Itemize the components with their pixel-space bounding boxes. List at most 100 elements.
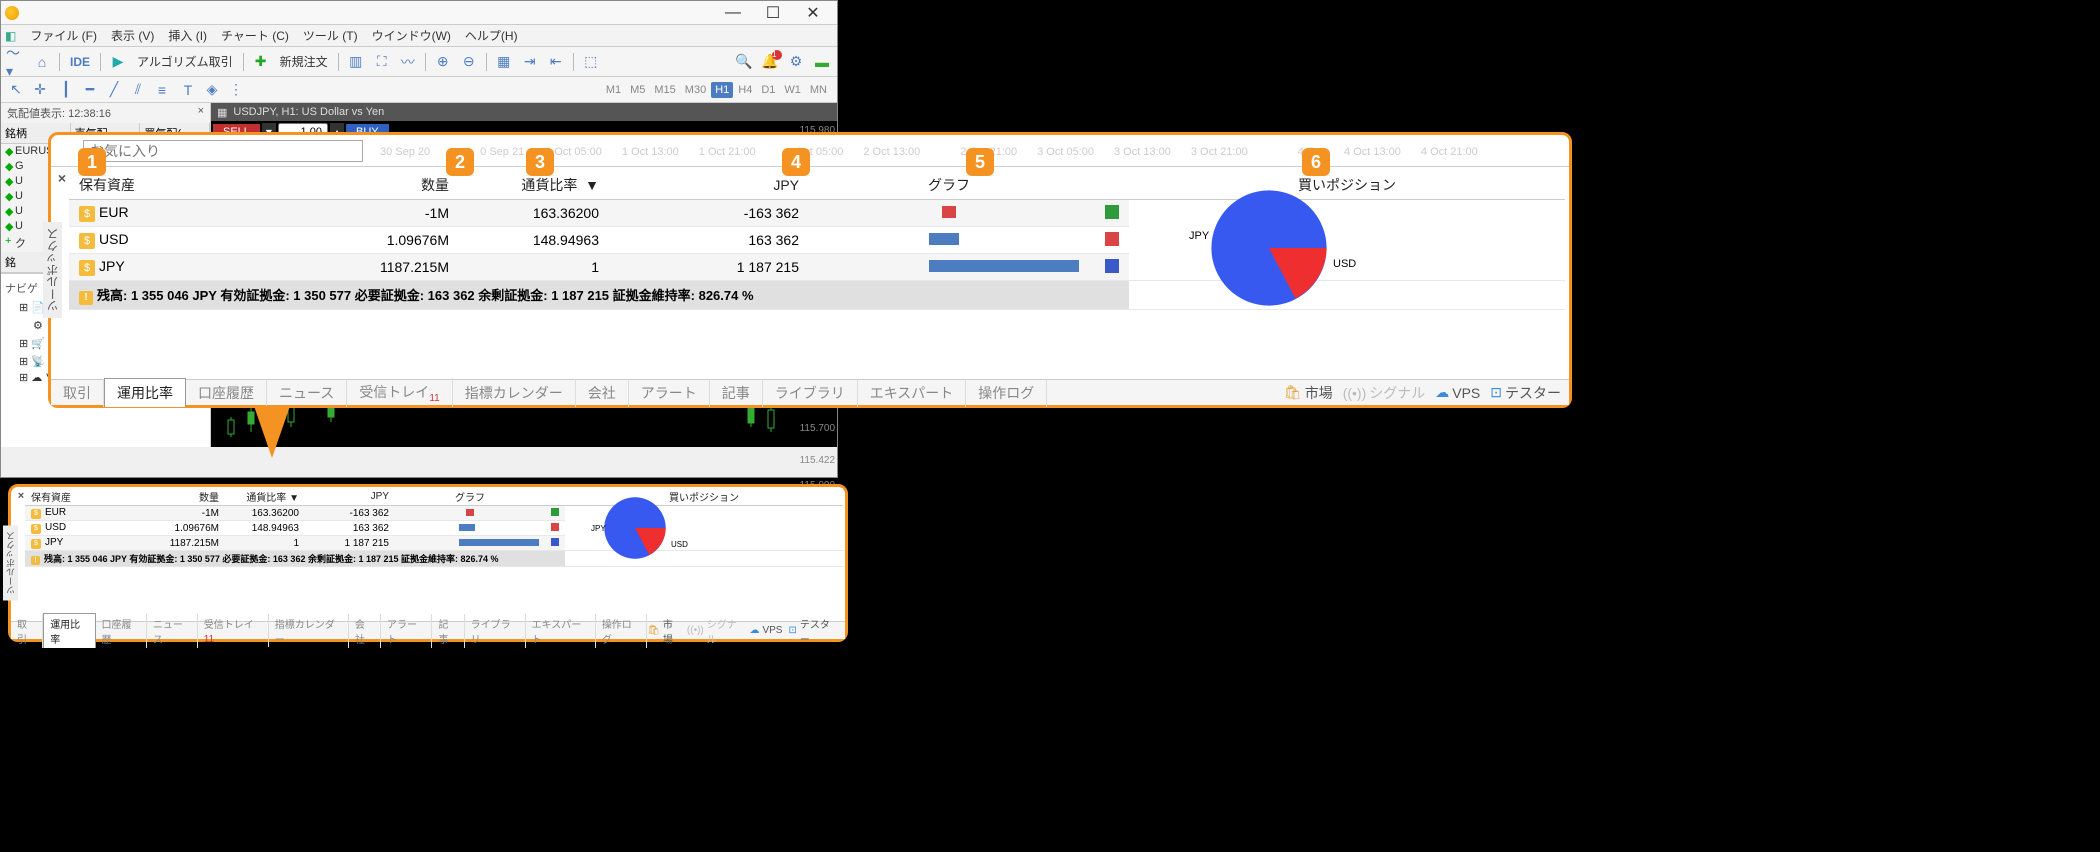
col-jpy[interactable]: JPY: [609, 171, 809, 200]
menu-tools[interactable]: ツール (T): [303, 27, 358, 44]
settings-icon[interactable]: ⚙: [785, 51, 807, 73]
tab-exposure[interactable]: 運用比率: [43, 613, 95, 648]
close-button[interactable]: ✕: [793, 2, 833, 24]
toolbar-2: ↖ ✛ ┃ ━ ╱ ⫽ ≡ T ◈ ⋮ M1 M5 M15 M30 H1 H4 …: [1, 77, 837, 103]
menu-file[interactable]: ファイル (F): [30, 27, 97, 44]
tf-m15[interactable]: M15: [650, 82, 679, 98]
chart-line-icon[interactable]: 〜▾: [5, 51, 27, 73]
label-icon[interactable]: ◈: [201, 79, 223, 101]
market-link[interactable]: 🛍市場: [647, 616, 681, 646]
panel-close-icon[interactable]: ×: [55, 171, 69, 185]
battery-icon: ▬: [811, 51, 833, 73]
tab-calendar[interactable]: 指標カレンダー: [453, 379, 576, 407]
tester-link[interactable]: ⊡テスター: [1490, 383, 1561, 403]
channel-icon[interactable]: ⫽: [127, 79, 149, 101]
tab-library[interactable]: ライブラリ: [465, 614, 526, 648]
table-row[interactable]: $EUR-1M163.36200-163 362 JPY USD: [25, 506, 843, 521]
chart-title: ▦USDJPY, H1: US Dollar vs Yen: [211, 103, 837, 121]
tab-journal[interactable]: 操作ログ: [966, 379, 1047, 407]
zoomin-icon[interactable]: ⊕: [432, 51, 454, 73]
tab-alerts[interactable]: アラート: [629, 379, 710, 407]
grid-icon[interactable]: ▦: [493, 51, 515, 73]
tab-trade[interactable]: 取引: [11, 614, 43, 648]
algo-button[interactable]: アルゴリズム取引: [133, 53, 237, 70]
menubar: ◧ ファイル (F) 表示 (V) 挿入 (I) チャート (C) ツール (T…: [1, 25, 837, 47]
tf-h1[interactable]: H1: [711, 82, 733, 98]
menu-help[interactable]: ヘルプ(H): [465, 27, 518, 44]
tf-mn[interactable]: MN: [806, 82, 831, 98]
tab-journal[interactable]: 操作ログ: [596, 614, 647, 648]
tab-mailbox[interactable]: 受信トレイ11: [347, 378, 452, 408]
tab-experts[interactable]: エキスパート: [526, 614, 596, 648]
col-graph[interactable]: グラフ: [809, 171, 1089, 200]
table-row[interactable]: $EUR -1M163.36200-163 362 JPY USD: [69, 200, 1565, 227]
cursor-icon[interactable]: ↖: [5, 79, 27, 101]
tf-m1[interactable]: M1: [602, 82, 625, 98]
tab-exposure[interactable]: 運用比率: [104, 378, 186, 407]
signals-link[interactable]: ((•))シグナル: [687, 616, 744, 646]
tf-w1[interactable]: W1: [780, 82, 805, 98]
menu-view[interactable]: 表示 (V): [111, 27, 154, 44]
trend-icon[interactable]: ╱: [103, 79, 125, 101]
tab-history[interactable]: 口座履歴: [96, 614, 147, 648]
signals-link[interactable]: ((•))シグナル: [1343, 383, 1426, 403]
col-buypos: 買いポジション: [1129, 171, 1565, 200]
annotation-badge-4: 4: [782, 148, 810, 176]
tab-library[interactable]: ライブラリ: [763, 379, 858, 407]
autoscroll-icon[interactable]: ⇥: [519, 51, 541, 73]
tab-mailbox[interactable]: 受信トレイ11: [198, 614, 269, 647]
new-order-button[interactable]: 新規注文: [276, 53, 332, 70]
vline-icon[interactable]: ┃: [55, 79, 77, 101]
tab-calendar[interactable]: 指標カレンダー: [269, 614, 349, 648]
search-icon[interactable]: 🔍: [733, 51, 755, 73]
select-rect-icon[interactable]: ⬚: [580, 51, 602, 73]
app-icon[interactable]: ⌂: [31, 51, 53, 73]
chart-area-icon[interactable]: 〰: [397, 51, 419, 73]
algo-icon[interactable]: ▶: [107, 51, 129, 73]
toolbox-tabs-small: 取引 運用比率 口座履歴 ニュース 受信トレイ11 指標カレンダー 会社 アラー…: [11, 621, 845, 639]
fibo-icon[interactable]: ≡: [151, 79, 173, 101]
vps-link[interactable]: ☁VPS: [1435, 384, 1480, 401]
tab-news[interactable]: ニュース: [267, 379, 347, 407]
mw-close-icon[interactable]: ×: [198, 105, 204, 121]
col-asset[interactable]: 保有資産: [69, 171, 329, 200]
tab-company[interactable]: 会社: [576, 379, 629, 407]
new-order-icon[interactable]: ✚: [250, 51, 272, 73]
chart-list-icon[interactable]: ▥: [345, 51, 367, 73]
tf-m30[interactable]: M30: [681, 82, 710, 98]
annotation-badge-6: 6: [1302, 148, 1330, 176]
col-qty[interactable]: 数量: [329, 171, 459, 200]
toolbox-side-label: ツールボックス: [3, 526, 18, 601]
crosshair-icon[interactable]: ✛: [29, 79, 51, 101]
menu-insert[interactable]: 挿入 (I): [168, 27, 207, 44]
tester-link[interactable]: ⊡テスター: [788, 616, 837, 646]
tf-h4[interactable]: H4: [734, 82, 756, 98]
ide-button[interactable]: IDE: [66, 55, 94, 69]
currency-icon: $: [79, 260, 95, 276]
tab-experts[interactable]: エキスパート: [858, 379, 967, 407]
shift-icon[interactable]: ⇤: [545, 51, 567, 73]
menu-chart[interactable]: チャート (C): [221, 27, 289, 44]
menu-window[interactable]: ウインドウ(W): [372, 27, 451, 44]
warning-icon: !: [79, 291, 93, 305]
tab-alerts[interactable]: アラート: [381, 614, 432, 648]
zoomout-icon[interactable]: ⊖: [458, 51, 480, 73]
tab-articles[interactable]: 記事: [710, 379, 763, 407]
market-link[interactable]: 🛍市場: [1284, 383, 1333, 403]
tab-company[interactable]: 会社: [349, 614, 381, 648]
tf-m5[interactable]: M5: [626, 82, 649, 98]
bell-icon[interactable]: 🔔1: [759, 51, 781, 73]
minimize-button[interactable]: —: [713, 2, 753, 24]
hline-icon[interactable]: ━: [79, 79, 101, 101]
tab-trade[interactable]: 取引: [51, 379, 104, 407]
text-icon[interactable]: T: [177, 79, 199, 101]
maximize-button[interactable]: ☐: [753, 2, 793, 24]
tab-news[interactable]: ニュース: [147, 614, 198, 648]
more-icon[interactable]: ⋮: [225, 79, 247, 101]
favorites-input[interactable]: [83, 140, 363, 162]
tf-d1[interactable]: D1: [757, 82, 779, 98]
tab-history[interactable]: 口座履歴: [186, 379, 267, 407]
vps-link[interactable]: ☁VPS: [749, 625, 782, 636]
chart-stock-icon[interactable]: ⛶: [371, 51, 393, 73]
tab-articles[interactable]: 記事: [432, 614, 464, 648]
